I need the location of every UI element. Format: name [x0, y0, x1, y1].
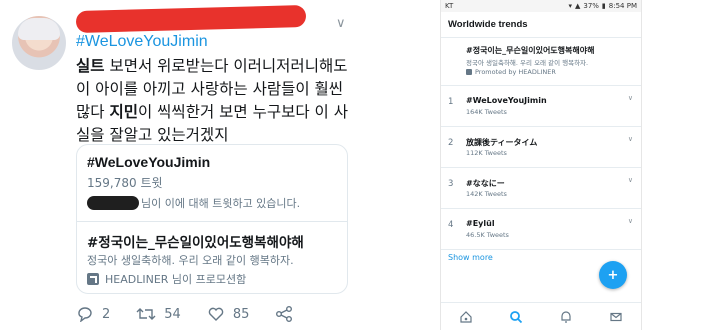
tweet-text-bold-1: 실트 [76, 57, 105, 75]
promoted-icon [466, 69, 472, 75]
trend-name[interactable]: #Eylül [466, 219, 495, 228]
bottom-nav [441, 302, 641, 330]
heart-icon [208, 307, 224, 321]
trend-count: 46.5K Tweets [466, 231, 509, 239]
tweet-hashtag-link[interactable]: #WeLoveYouJimin [76, 33, 208, 51]
compose-icon: + [607, 267, 619, 283]
trend-rank: 2 [448, 138, 454, 148]
card-promoted-desc: 정국아 생일축하해. 우리 오래 같이 행복하자. [87, 254, 294, 267]
promoted-trend[interactable]: #정국이는_무슨일이있어도행복해야해 정국아 생일축하해. 우리 오래 같이 행… [441, 39, 641, 86]
screenshot-root: ∨ #WeLoveYouJimin 실트 보면서 위로받는다 이러니저러니해도 … [0, 0, 720, 330]
chevron-down-icon[interactable]: ∨ [628, 217, 633, 225]
trend-count: 112K Tweets [466, 149, 507, 157]
battery-icon: ▮ [601, 2, 606, 10]
trend-rank: 4 [448, 220, 454, 230]
carrier-label: KT [445, 2, 454, 10]
promoted-icon [87, 273, 99, 285]
promoted-by: Promoted by HEADLINER [466, 68, 556, 76]
signal-icon: ▲ [574, 2, 581, 10]
avatar-hair [18, 18, 60, 40]
like-button[interactable]: 85 [207, 306, 250, 322]
reply-icon [78, 307, 92, 322]
trend-name[interactable]: #ななにー [466, 178, 505, 189]
trend-count: 142K Tweets [466, 190, 507, 198]
tweet-text-bold-3: 지민 [109, 103, 138, 121]
trend-item[interactable]: 1 #WeLoveYouJimin 164K Tweets ∨ [441, 87, 641, 127]
like-count: 85 [232, 306, 250, 322]
trend-name[interactable]: 放課後ティータイム [466, 137, 537, 148]
clock: 8:54 PM [608, 2, 637, 10]
home-tab[interactable] [458, 309, 474, 325]
card-who-tweeting: 님이 이에 대해 트윗하고 있습니다. [87, 195, 300, 211]
promoted-trend-desc: 정국아 생일축하해. 우리 오래 같이 행복하자. [466, 59, 589, 67]
card-trend-name[interactable]: #WeLoveYouJimin [87, 154, 210, 170]
messages-tab[interactable] [608, 309, 624, 325]
trend-card[interactable]: #WeLoveYouJimin 159,780 트윗 님이 이에 대해 트윗하고… [76, 144, 348, 294]
battery-percent: 37% [583, 2, 599, 10]
card-who-suffix: 님이 이에 대해 트윗하고 있습니다. [141, 197, 301, 210]
card-divider [77, 221, 347, 222]
redacted-user [87, 196, 139, 210]
chevron-down-icon[interactable]: ∨ [628, 176, 633, 184]
trends-header: Worldwide trends [441, 14, 641, 38]
trend-item[interactable]: 4 #Eylül 46.5K Tweets ∨ [441, 210, 641, 250]
mail-icon [610, 312, 622, 321]
compose-tweet-button[interactable]: + [599, 261, 627, 289]
status-right: ▾ ▲ 37% ▮ 8:54 PM [568, 2, 637, 10]
tweet-panel: ∨ #WeLoveYouJimin 실트 보면서 위로받는다 이러니저러니해도 … [0, 0, 362, 330]
status-bar: KT ▾ ▲ 37% ▮ 8:54 PM [441, 0, 641, 12]
show-more-link[interactable]: Show more [448, 253, 493, 262]
promoted-trend-name[interactable]: #정국이는_무슨일이있어도행복해야해 [466, 45, 594, 56]
notifications-tab[interactable] [558, 309, 574, 325]
trend-count: 164K Tweets [466, 108, 507, 116]
home-icon [460, 310, 472, 323]
search-tab[interactable] [508, 309, 524, 325]
tweet-text: 실트 보면서 위로받는다 이러니저러니해도 이 아이를 아끼고 사랑하는 사람들… [76, 55, 354, 147]
card-promoted-by: HEADLINER 님이 프로모션함 [87, 271, 246, 287]
trend-rank: 1 [448, 97, 454, 107]
chevron-down-icon[interactable]: ∨ [628, 135, 633, 143]
promoted-by-label: Promoted by HEADLINER [475, 68, 556, 76]
share-icon [276, 306, 293, 322]
redacted-username [75, 4, 307, 34]
trend-name[interactable]: #WeLoveYouJimin [466, 96, 547, 105]
phone-trends-panel: KT ▾ ▲ 37% ▮ 8:54 PM Worldwide trends #정… [440, 0, 642, 330]
trends-title: Worldwide trends [448, 19, 528, 30]
card-tweet-count: 159,780 트윗 [87, 176, 163, 190]
trend-item[interactable]: 2 放課後ティータイム 112K Tweets ∨ [441, 128, 641, 168]
retweet-icon [136, 308, 156, 320]
card-promo-label: HEADLINER 님이 프로모션함 [105, 273, 247, 286]
search-icon [510, 310, 523, 323]
avatar[interactable] [12, 16, 66, 70]
reply-button[interactable]: 2 [76, 306, 110, 322]
reply-count: 2 [102, 306, 111, 322]
retweet-count: 54 [164, 306, 181, 322]
retweet-button[interactable]: 54 [136, 306, 181, 322]
chevron-down-icon[interactable]: ∨ [628, 94, 633, 102]
tweet-actions: 2 54 85 [76, 306, 346, 322]
card-promoted-trend[interactable]: #정국이는_무슨일이있어도행복해야해 [87, 231, 304, 251]
gap [362, 0, 440, 330]
right-margin [642, 0, 720, 330]
wifi-icon: ▾ [568, 2, 572, 10]
bell-icon [561, 310, 571, 323]
trend-rank: 3 [448, 179, 454, 189]
share-button[interactable] [275, 306, 301, 322]
trend-item[interactable]: 3 #ななにー 142K Tweets ∨ [441, 169, 641, 209]
chevron-down-icon[interactable]: ∨ [336, 16, 346, 31]
